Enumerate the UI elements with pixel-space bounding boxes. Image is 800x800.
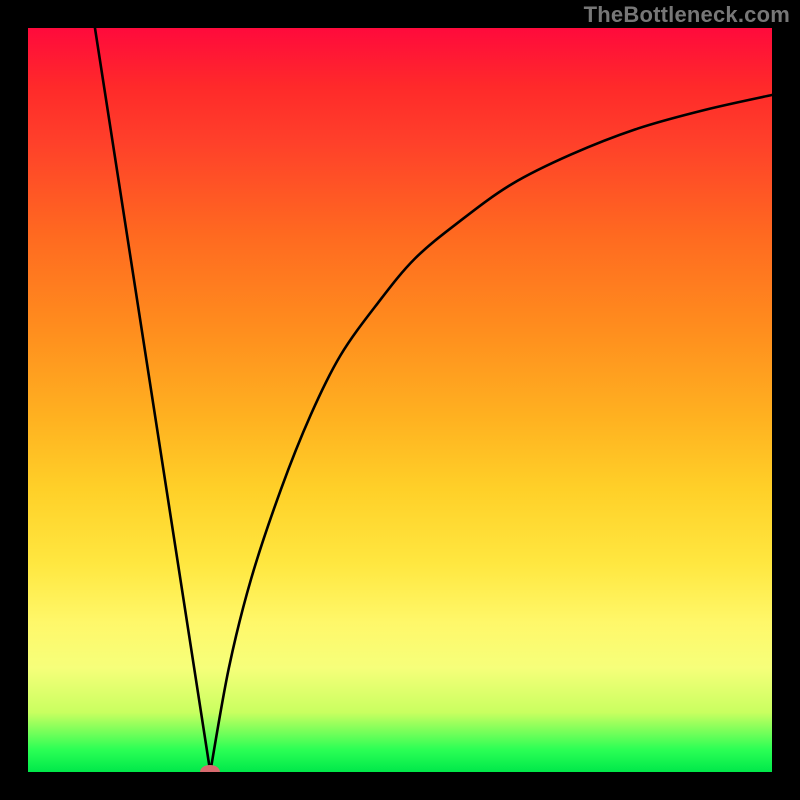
bottleneck-chart — [28, 28, 772, 772]
chart-curve — [28, 28, 772, 772]
watermark-text: TheBottleneck.com — [584, 2, 790, 28]
minimum-marker — [200, 765, 220, 772]
